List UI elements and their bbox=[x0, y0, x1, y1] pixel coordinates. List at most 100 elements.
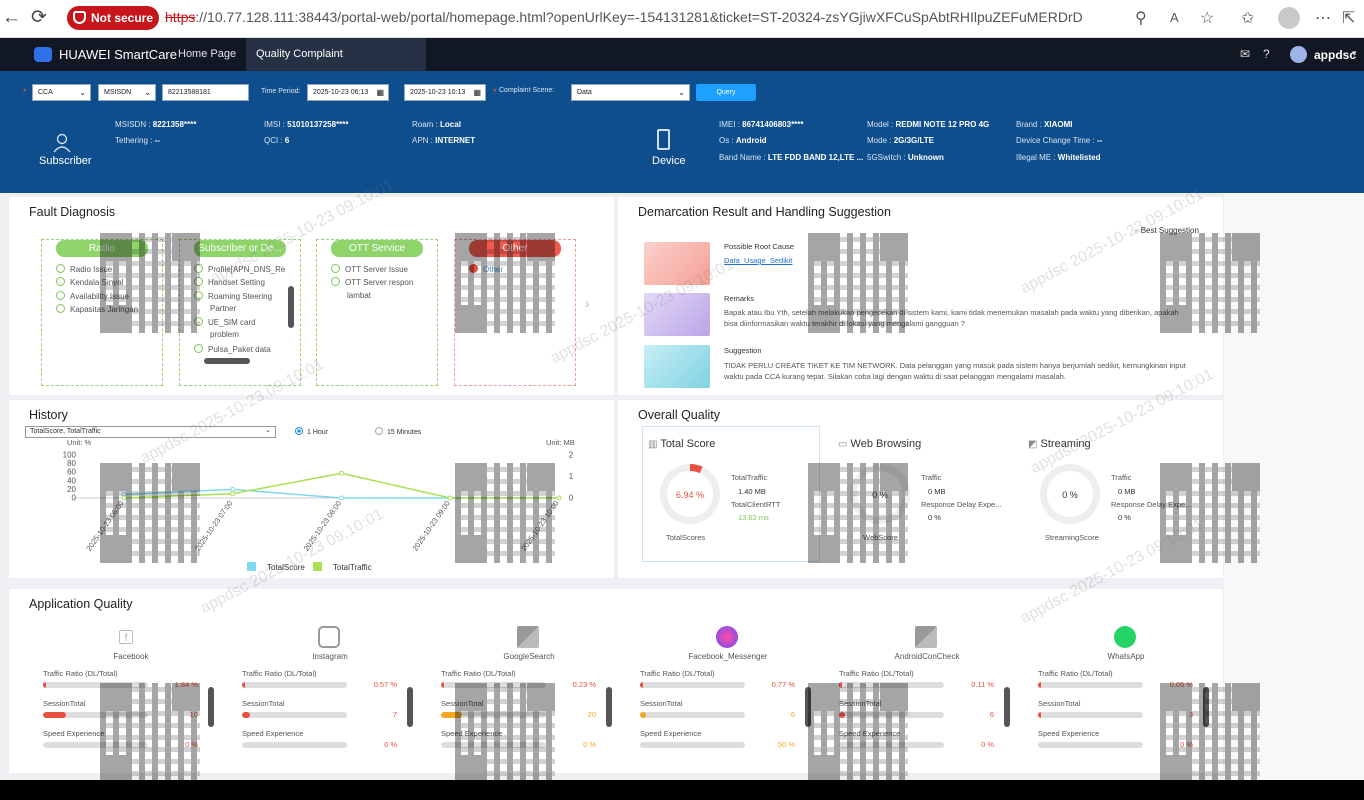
stream-traffic-label: Traffic bbox=[1111, 473, 1132, 482]
check-icon bbox=[194, 344, 203, 353]
check-icon bbox=[56, 264, 65, 273]
metric-bar bbox=[1038, 712, 1143, 718]
fault-item[interactable]: Availability Issue bbox=[56, 291, 129, 301]
subscriber-pill: Subscriber or De... bbox=[194, 240, 286, 257]
app-card-AndroidConCheck[interactable]: AndroidConCheck Traffic Ratio (DL/Total) 0… bbox=[832, 589, 1022, 773]
app-card-Instagram[interactable]: Instagram Traffic Ratio (DL/Total) 0.57 % S… bbox=[235, 589, 425, 773]
refresh-icon[interactable]: ⟳ bbox=[31, 7, 47, 29]
fault-item[interactable]: Roaming Steering bbox=[194, 291, 272, 301]
streaming-tab[interactable]: ◩ Streaming bbox=[1028, 438, 1091, 450]
start-time-input[interactable]: 2025-10-23 06:13 ▦ bbox=[307, 84, 389, 101]
horizontal-scrollbar[interactable] bbox=[204, 358, 250, 364]
not-secure-badge[interactable]: Not secure bbox=[67, 6, 159, 30]
user-name[interactable]: appdsc bbox=[1314, 48, 1356, 62]
channel-select[interactable]: CCA ⌄ bbox=[32, 84, 91, 101]
metric-label: Speed Experience bbox=[441, 729, 503, 738]
vertical-scrollbar[interactable] bbox=[606, 687, 612, 727]
app-card-GoogleSearch[interactable]: GoogleSearch Traffic Ratio (DL/Total) 0.23… bbox=[434, 589, 624, 773]
favorites-icon[interactable]: ✩ bbox=[1241, 8, 1254, 28]
complaint-scene-label: Complaint Scene: bbox=[499, 87, 555, 94]
vertical-scrollbar[interactable] bbox=[805, 687, 811, 727]
fault-item[interactable]: Pulsa_Paket data bbox=[194, 344, 271, 354]
subscriber-card[interactable]: Subscriber or De... Profile[APN_DNS_Re H… bbox=[179, 239, 301, 386]
root-cause-title: Possible Root Cause bbox=[724, 242, 795, 251]
metric-bar bbox=[441, 742, 546, 748]
history-panel: History TotalScore, TotalTraffic ⌄ 1 Hour… bbox=[9, 400, 614, 578]
back-icon[interactable]: ← bbox=[2, 7, 21, 29]
end-time-input[interactable]: 2025-10-23 10:13 ▦ bbox=[404, 84, 486, 101]
app-card-Facebook[interactable]: f Facebook Traffic Ratio (DL/Total) 1.84 % S… bbox=[36, 589, 226, 773]
metric-bar-fill bbox=[640, 712, 647, 718]
total-traffic-label: TotalTraffic bbox=[731, 473, 768, 482]
more-icon[interactable]: ⋯ bbox=[1315, 8, 1331, 28]
check-icon bbox=[56, 291, 65, 300]
zoom-icon[interactable]: ⚲ bbox=[1135, 8, 1147, 28]
complaint-scene-select[interactable]: Data ⌄ bbox=[571, 84, 690, 101]
fault-item[interactable]: Other bbox=[469, 264, 503, 274]
query-button[interactable]: Query bbox=[696, 84, 756, 101]
chevron-down-icon[interactable]: ▾ bbox=[1352, 48, 1357, 59]
metric-value: 10 bbox=[189, 710, 198, 719]
vertical-scrollbar[interactable] bbox=[208, 687, 214, 727]
metric-value: 0.57 % bbox=[373, 680, 397, 689]
metric-value: 6 bbox=[989, 710, 994, 719]
device-change-field: Device Change Time : -- bbox=[1016, 136, 1103, 145]
app-name: Instagram bbox=[312, 652, 348, 661]
metric-value: 6 bbox=[790, 710, 795, 719]
user-avatar[interactable] bbox=[1290, 46, 1307, 63]
x-tick-label: 2025-10-23 08:00 bbox=[302, 499, 343, 553]
total-rtt-value: 13.62 ms bbox=[738, 513, 769, 522]
vertical-scrollbar[interactable] bbox=[288, 286, 294, 328]
read-aloud-icon[interactable]: A bbox=[1170, 10, 1179, 25]
fault-item[interactable]: Handset Setting bbox=[194, 277, 265, 287]
vertical-scrollbar[interactable] bbox=[407, 687, 413, 727]
fault-item[interactable]: Kendala Sinyal bbox=[56, 277, 123, 287]
remarks-title: Remarks bbox=[724, 294, 755, 303]
fault-item[interactable]: Radio Issue bbox=[56, 264, 112, 274]
app-card-Facebook_Messenger[interactable]: Facebook_Messenger Traffic Ratio (DL/Tota… bbox=[633, 589, 823, 773]
root-cause-link[interactable]: Data_Usage_Sedikit bbox=[724, 256, 792, 265]
metric-bar bbox=[1038, 742, 1143, 748]
web-browsing-tab[interactable]: ▭ Web Browsing bbox=[838, 438, 921, 450]
share-icon[interactable]: ⇱ bbox=[1342, 8, 1355, 28]
metric-label: Speed Experience bbox=[640, 729, 702, 738]
check-icon bbox=[56, 277, 65, 286]
metric-value: 7 bbox=[392, 710, 397, 719]
favorite-star-icon[interactable]: ☆ bbox=[1200, 8, 1214, 28]
fault-item[interactable]: Profile[APN_DNS_Re bbox=[194, 264, 286, 274]
android-concheck-icon bbox=[915, 626, 937, 648]
msisdn-input[interactable]: 82213588181 bbox=[162, 84, 249, 101]
5g-switch-field: 5GSwitch : Unknown bbox=[867, 153, 944, 162]
ott-service-card[interactable]: OTT Service OTT Server Issue OTT Server … bbox=[316, 239, 438, 386]
mail-icon[interactable]: ✉ bbox=[1240, 47, 1250, 61]
other-pill: Other bbox=[469, 240, 561, 257]
metric-bar-fill bbox=[441, 682, 444, 688]
fault-item[interactable]: OTT Server Issue bbox=[331, 264, 408, 274]
vertical-scrollbar[interactable] bbox=[1203, 687, 1209, 727]
web-score-value: 0 % bbox=[872, 490, 888, 500]
tab-quality-complaint[interactable]: Quality Complaint Handling(V...× bbox=[246, 38, 426, 93]
profile-avatar[interactable] bbox=[1278, 7, 1300, 29]
other-card[interactable]: Other Other bbox=[454, 239, 576, 386]
ott-pill: OTT Service bbox=[331, 240, 423, 257]
help-icon[interactable]: ? bbox=[1263, 47, 1270, 61]
metric-bar bbox=[43, 682, 148, 688]
best-suggestion-link[interactable]: « Best Suggestion bbox=[1134, 226, 1199, 235]
data-point-TotalScore bbox=[230, 486, 236, 492]
vertical-scrollbar[interactable] bbox=[1004, 687, 1010, 727]
fault-item[interactable]: Kapasitas Jaringan bbox=[56, 304, 138, 314]
app-card-WhatsApp[interactable]: WhatsApp Traffic Ratio (DL/Total) 0.05 % Se… bbox=[1031, 589, 1221, 773]
radio-card[interactable]: Radio Radio Issue Kendala Sinyal Availab… bbox=[41, 239, 163, 386]
chevron-right-icon[interactable]: › bbox=[585, 295, 590, 311]
metric-bar-fill bbox=[839, 682, 842, 688]
tab-home-page[interactable]: Home Page bbox=[168, 38, 246, 71]
address-bar[interactable]: https://10.77.128.111:38443/portal-web/p… bbox=[165, 9, 1125, 25]
fault-item[interactable]: UE_SIM card bbox=[194, 317, 256, 327]
metric-label: Traffic Ratio (DL/Total) bbox=[441, 669, 516, 678]
metric-bar-fill bbox=[1038, 682, 1041, 688]
total-score-tab[interactable]: ▥ Total Score bbox=[648, 438, 715, 450]
fault-item[interactable]: OTT Server respon bbox=[331, 277, 413, 287]
qci-field: QCI : 6 bbox=[264, 136, 290, 145]
instagram-icon bbox=[318, 626, 340, 648]
id-type-select[interactable]: MSISDN ⌄ bbox=[98, 84, 156, 101]
